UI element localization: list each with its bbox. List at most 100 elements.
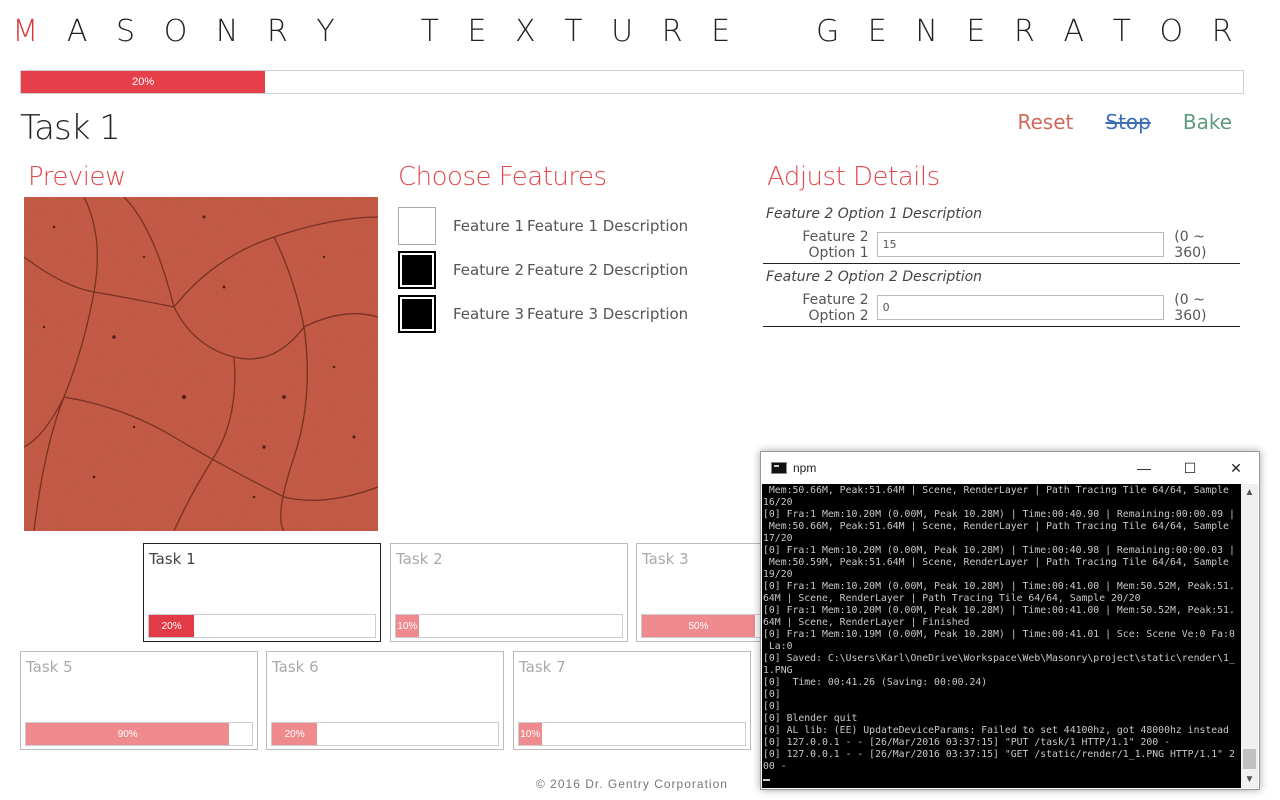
scroll-down-icon[interactable]: ▼: [1241, 771, 1258, 788]
reset-button[interactable]: Reset: [1018, 110, 1074, 134]
app-title-initial: M: [12, 14, 67, 49]
terminal-line: Mem:50.66M, Peak:51.64M | Scene, RenderL…: [763, 521, 1229, 532]
console-icon: [771, 462, 787, 474]
task-card-name: Task 6: [272, 658, 319, 676]
option-2-range: (0 ~ 360): [1174, 291, 1207, 324]
terminal-line: La:0: [763, 641, 793, 652]
terminal-line: [0] 127.0.0.1 - - [26/Mar/2016 03:37:15]…: [763, 749, 1235, 760]
bake-button[interactable]: Bake: [1183, 110, 1232, 134]
details-heading: Adjust Details: [767, 162, 940, 192]
action-bar: Reset Stop Bake: [1018, 110, 1233, 134]
option-1-row: Feature 2 Option 1 15 (0 ~ 360): [763, 226, 1240, 264]
maximize-icon[interactable]: ☐: [1167, 452, 1213, 484]
terminal-line: 17/20: [763, 533, 793, 544]
option-1-range: (0 ~ 360): [1174, 228, 1207, 261]
option-2-value: 0: [882, 301, 890, 314]
terminal-line: [0] Time: 00:41.26 (Saving: 00:00.24): [763, 677, 988, 688]
features-heading: Choose Features: [398, 162, 607, 192]
stop-button[interactable]: Stop: [1105, 110, 1150, 134]
close-icon[interactable]: ✕: [1213, 452, 1259, 484]
terminal-line: [0] AL lib: (EE) UpdateDeviceParams: Fai…: [763, 725, 1229, 736]
terminal-line: [0] Fra:1 Mem:10.20M (0.00M, Peak 10.28M…: [763, 509, 1235, 520]
window-controls: — ☐ ✕: [1121, 452, 1259, 484]
terminal-line: [0] Fra:1 Mem:10.19M (0.00M, Peak 10.28M…: [763, 629, 1235, 640]
main-progress-bar: 20%: [20, 70, 1244, 94]
terminal-line: 64M | Scene, RenderLayer | Path Tracing …: [763, 593, 1141, 604]
feature-2-description: Feature 2 Description: [527, 261, 689, 279]
terminal-output[interactable]: Mem:50.66M, Peak:51.64M | Scene, RenderL…: [762, 484, 1242, 788]
task-card-name: Task 2: [396, 550, 443, 568]
main-progress-fill: 20%: [21, 71, 266, 93]
feature-3-checkbox[interactable]: [398, 295, 436, 333]
terminal-title: npm: [793, 461, 817, 475]
task-card-name: Task 1: [149, 550, 196, 568]
texture-preview-image: [24, 197, 378, 531]
option-1-input[interactable]: 15: [876, 232, 1165, 257]
terminal-line: [0] Fra:1 Mem:10.20M (0.00M, Peak 10.28M…: [763, 581, 1235, 592]
terminal-scrollbar[interactable]: ▲ ▼: [1241, 484, 1258, 788]
task-progress-bar: 90%: [25, 722, 253, 746]
feature-3-description: Feature 3 Description: [527, 305, 689, 323]
task-progress-bar: 10%: [395, 614, 623, 638]
feature-3-name: Feature 3: [453, 305, 524, 323]
terminal-line: Mem:50.66M, Peak:51.64M | Scene, RenderL…: [763, 485, 1229, 496]
option-1-description: Feature 2 Option 1 Description: [766, 206, 983, 222]
feature-2-name: Feature 2: [453, 261, 524, 279]
terminal-line: [0]: [763, 689, 781, 700]
terminal-line: [0] 127.0.0.1 - - [26/Mar/2016 03:37:15]…: [763, 737, 1170, 748]
preview-heading: Preview: [28, 162, 126, 192]
terminal-line: 19/20: [763, 569, 793, 580]
terminal-line: [0] Fra:1 Mem:10.20M (0.00M, Peak 10.28M…: [763, 605, 1235, 616]
task-card-name: Task 5: [26, 658, 73, 676]
terminal-line: 00 -: [763, 761, 787, 772]
terminal-line: [0] Fra:1 Mem:10.20M (0.00M, Peak 10.28M…: [763, 545, 1235, 556]
feature-1-checkbox[interactable]: [398, 207, 436, 245]
task-progress-fill: 20%: [149, 615, 195, 637]
option-2-input[interactable]: 0: [876, 295, 1165, 320]
terminal-window[interactable]: npm — ☐ ✕ Mem:50.66M, Peak:51.64M | Scen…: [760, 451, 1260, 790]
task-progress-fill: 10%: [519, 723, 542, 745]
terminal-titlebar[interactable]: npm — ☐ ✕: [761, 452, 1259, 484]
task-progress-bar: 20%: [148, 614, 376, 638]
task-card-name: Task 3: [642, 550, 689, 568]
terminal-line: [0] Saved: C:\Users\Karl\OneDrive\Worksp…: [763, 653, 1235, 664]
feature-2-checkbox[interactable]: [398, 251, 436, 289]
feature-1-name: Feature 1: [453, 217, 524, 235]
app-title: M A S O N R Y T E X T U R E G E N E R A …: [0, 14, 1245, 49]
option-1-label: Feature 2 Option 1: [802, 228, 869, 261]
footer-copyright: © 2016 Dr. Gentry Corporation: [536, 777, 728, 791]
feature-row-1: Feature 1 Feature 1 Description: [398, 206, 688, 246]
terminal-cursor: [763, 779, 770, 781]
task-title: Task 1: [20, 108, 121, 148]
task-progress-bar: 20%: [271, 722, 499, 746]
task-progress-fill: 50%: [642, 615, 755, 637]
terminal-line: [0]: [763, 701, 781, 712]
texture-pattern: [24, 197, 378, 531]
terminal-line: [0] Blender quit: [763, 713, 858, 724]
option-2-row: Feature 2 Option 2 0 (0 ~ 360): [763, 289, 1240, 327]
task-card[interactable]: Task 7 10%: [513, 651, 751, 750]
terminal-line: 1.PNG: [763, 665, 793, 676]
option-2-description: Feature 2 Option 2 Description: [766, 269, 983, 285]
minimize-icon[interactable]: —: [1121, 452, 1167, 484]
task-progress-bar: 10%: [518, 722, 746, 746]
terminal-line: 64M | Scene, RenderLayer | Finished: [763, 617, 970, 628]
task-card[interactable]: Task 1 20%: [143, 543, 381, 642]
feature-1-description: Feature 1 Description: [527, 217, 689, 235]
scrollbar-thumb[interactable]: [1243, 749, 1256, 769]
task-progress-fill: 20%: [272, 723, 318, 745]
scroll-up-icon[interactable]: ▲: [1241, 484, 1258, 501]
feature-row-2: Feature 2 Feature 2 Description: [398, 250, 688, 290]
feature-row-3: Feature 3 Feature 3 Description: [398, 294, 688, 334]
terminal-line: 16/20: [763, 497, 793, 508]
terminal-line: Mem:50.59M, Peak:51.64M | Scene, RenderL…: [763, 557, 1229, 568]
option-2-label: Feature 2 Option 2: [802, 291, 869, 324]
task-card[interactable]: Task 6 20%: [266, 651, 504, 750]
task-card[interactable]: Task 2 10%: [390, 543, 628, 642]
app-title-rest: A S O N R Y T E X T U R E G E N E R A T …: [66, 14, 1233, 49]
task-progress-fill: 90%: [26, 723, 230, 745]
task-progress-fill: 10%: [396, 615, 419, 637]
task-card[interactable]: Task 5 90%: [20, 651, 258, 750]
task-card-name: Task 7: [519, 658, 566, 676]
option-1-value: 15: [882, 238, 897, 251]
